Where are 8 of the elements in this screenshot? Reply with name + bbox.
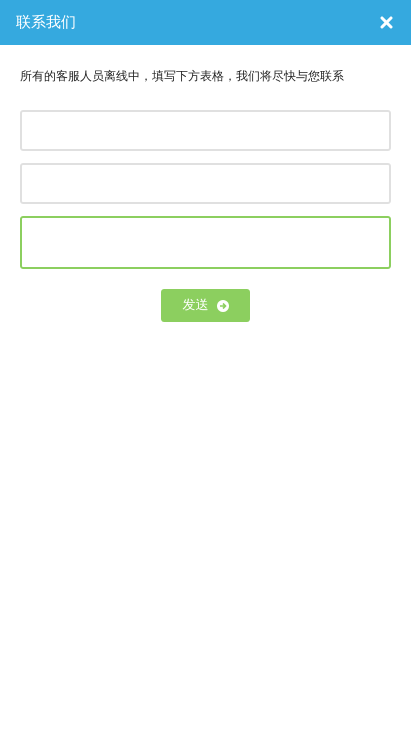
- header-title: 联系我们: [16, 12, 76, 34]
- send-button[interactable]: 发送: [161, 289, 250, 322]
- arrow-right-icon: [216, 300, 228, 312]
- offline-message: 所有的客服人员离线中，填写下方表格，我们将尽快与您联系: [19, 68, 345, 85]
- close-icon: [380, 16, 392, 29]
- message-field[interactable]: [20, 216, 391, 269]
- input-field[interactable]: [20, 163, 391, 204]
- input-field[interactable]: [20, 110, 391, 151]
